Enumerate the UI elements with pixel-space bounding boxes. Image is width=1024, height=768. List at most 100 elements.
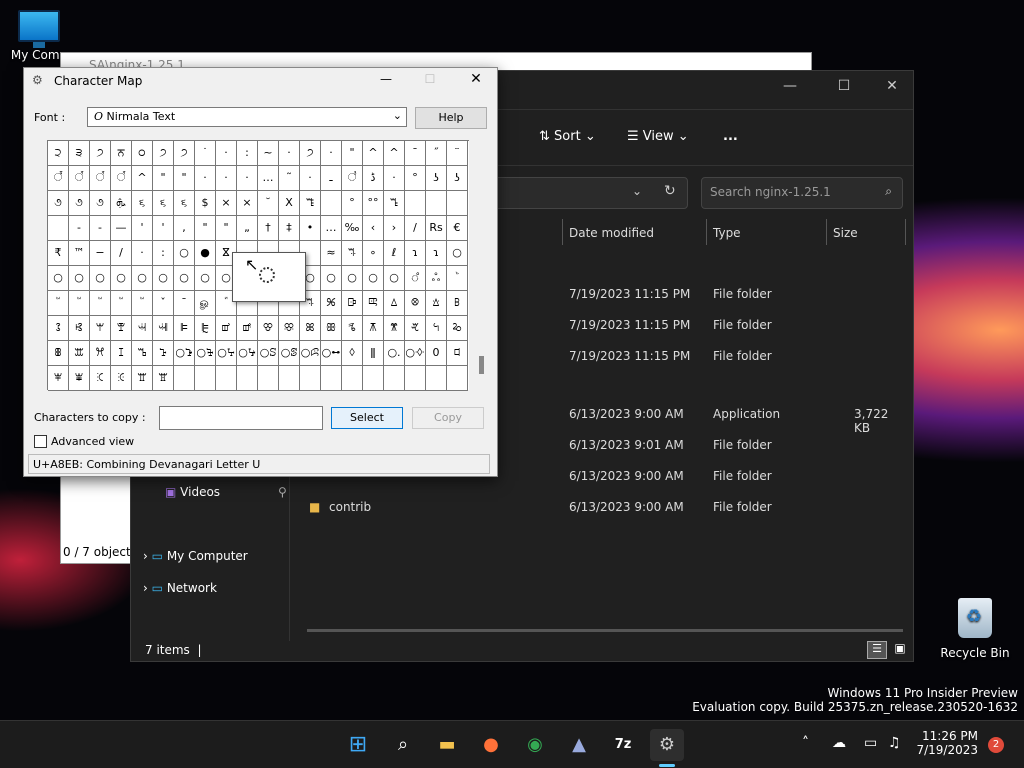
char-cell[interactable]: ○	[321, 266, 342, 291]
char-cell[interactable]	[447, 191, 468, 216]
char-cell[interactable]: ₹	[48, 241, 69, 266]
char-cell[interactable]: ~	[258, 141, 279, 166]
char-cell[interactable]: ꕦ	[342, 316, 363, 341]
char-cell[interactable]: ੭	[300, 141, 321, 166]
char-cell[interactable]: ^	[384, 141, 405, 166]
char-cell[interactable]: ꕮ	[90, 341, 111, 366]
minimize-button[interactable]: —	[376, 72, 396, 86]
clock[interactable]: 11:26 PM 7/19/2023	[916, 729, 978, 757]
char-cell[interactable]: …	[321, 216, 342, 241]
char-cell[interactable]: ·	[384, 166, 405, 191]
char-cell[interactable]	[426, 366, 447, 391]
firefox-button[interactable]: ●	[474, 729, 508, 761]
char-cell[interactable]: ੭	[174, 141, 195, 166]
start-button[interactable]: ⊞	[341, 729, 375, 761]
char-cell[interactable]: ○.	[384, 341, 405, 366]
grid-scrollbar[interactable]	[476, 140, 488, 390]
char-cell[interactable]: ꣯	[111, 166, 132, 191]
char-cell[interactable]: /	[405, 216, 426, 241]
char-cell[interactable]	[174, 366, 195, 391]
characters-to-copy-input[interactable]	[159, 406, 323, 430]
char-cell[interactable]: ꖀ	[111, 366, 132, 391]
char-cell[interactable]: Rs	[426, 216, 447, 241]
char-cell[interactable]: ꕒ	[342, 291, 363, 316]
char-cell[interactable]: ꕫ	[447, 316, 468, 341]
char-cell[interactable]: ×	[216, 191, 237, 216]
char-cell[interactable]: ·	[321, 141, 342, 166]
char-cell[interactable]: ○ꕻ	[405, 341, 426, 366]
char-cell[interactable]: ˜	[279, 166, 300, 191]
char-cell[interactable]: ʖ	[426, 166, 447, 191]
char-cell[interactable]: ·	[216, 166, 237, 191]
char-cell[interactable]: ˝	[426, 141, 447, 166]
char-cell[interactable]: ○ꕲ	[174, 341, 195, 366]
view-button[interactable]: ☰ View ⌄	[627, 129, 689, 144]
char-cell[interactable]: ○ꕹ	[321, 341, 342, 366]
char-cell[interactable]: ꔏ	[300, 191, 321, 216]
char-cell[interactable]: ꕞ	[174, 316, 195, 341]
char-cell[interactable]: ꕨ	[384, 316, 405, 341]
char-cell[interactable]: ૬	[132, 191, 153, 216]
char-cell[interactable]: ●	[195, 241, 216, 266]
char-cell[interactable]: ꙸ	[447, 266, 468, 291]
sidebar-item-network[interactable]: › ▭ Network	[143, 581, 217, 595]
more-options-button[interactable]: ...	[723, 129, 738, 144]
font-select[interactable]: O Nirmala Text ⌄	[87, 107, 407, 127]
file-explorer-button[interactable]: ▬	[430, 729, 464, 761]
char-cell[interactable]: ʖ	[447, 166, 468, 191]
char-cell[interactable]: :	[237, 141, 258, 166]
column-type[interactable]: Type	[713, 226, 741, 240]
char-cell[interactable]	[321, 191, 342, 216]
char-cell[interactable]: ꙹ	[132, 291, 153, 316]
char-cell[interactable]: ꕣ	[279, 316, 300, 341]
char-cell[interactable]: ¯	[405, 141, 426, 166]
char-cell[interactable]: ꕬ	[48, 341, 69, 366]
char-cell[interactable]: ○	[174, 266, 195, 291]
char-cell[interactable]	[342, 366, 363, 391]
char-cell[interactable]: ਨ	[111, 141, 132, 166]
char-cell[interactable]: ○	[447, 241, 468, 266]
char-cell[interactable]: ੦	[132, 141, 153, 166]
char-cell[interactable]: •	[300, 216, 321, 241]
char-cell[interactable]: ○	[153, 266, 174, 291]
select-button[interactable]: Select	[331, 407, 403, 429]
char-cell[interactable]: ○	[174, 241, 195, 266]
monitor-app-button[interactable]: ▲	[562, 729, 596, 761]
char-cell[interactable]: ૭	[90, 191, 111, 216]
char-cell[interactable]: ○ꕳ	[195, 341, 216, 366]
sidebar-item-my-computer[interactable]: › ▭ My Computer	[143, 549, 248, 563]
char-cell[interactable]: ꖂ	[153, 366, 174, 391]
char-cell[interactable]	[195, 366, 216, 391]
char-cell[interactable]	[300, 366, 321, 391]
char-cell[interactable]: ꕰ	[132, 341, 153, 366]
char-cell[interactable]: ,	[174, 216, 195, 241]
char-cell[interactable]: ꕕ	[405, 291, 426, 316]
char-cell[interactable]: ^	[363, 141, 384, 166]
char-cell[interactable]: ௐ	[195, 291, 216, 316]
char-cell[interactable]: "	[174, 166, 195, 191]
char-cell[interactable]: ꕓ	[363, 291, 384, 316]
sort-button[interactable]: ⇅ Sort ⌄	[539, 129, 596, 144]
char-cell[interactable]: °	[405, 166, 426, 191]
char-cell[interactable]: /	[111, 241, 132, 266]
char-cell[interactable]: ○ꕵ	[237, 341, 258, 366]
char-cell[interactable]: ○	[69, 266, 90, 291]
char-cell[interactable]: ○	[132, 266, 153, 291]
char-cell[interactable]: :	[153, 241, 174, 266]
char-cell[interactable]: ڈ	[363, 166, 384, 191]
char-cell[interactable]: ꕜ	[132, 316, 153, 341]
sidebar-item-videos[interactable]: ▣ Videos ⚲	[165, 485, 287, 499]
char-cell[interactable]: ꕯ	[111, 341, 132, 366]
char-cell[interactable]: ꙹ	[90, 291, 111, 316]
char-cell[interactable]: ꕿ	[90, 366, 111, 391]
char-cell[interactable]	[426, 191, 447, 216]
char-cell[interactable]	[258, 366, 279, 391]
char-cell[interactable]	[48, 216, 69, 241]
char-cell[interactable]: °°	[363, 191, 384, 216]
char-cell[interactable]: 0	[426, 341, 447, 366]
char-cell[interactable]	[363, 366, 384, 391]
column-size[interactable]: Size	[833, 226, 858, 240]
chevron-up-icon[interactable]: ˄	[802, 735, 809, 751]
char-cell[interactable]: ꕚ	[90, 316, 111, 341]
char-cell[interactable]: ˙	[195, 141, 216, 166]
